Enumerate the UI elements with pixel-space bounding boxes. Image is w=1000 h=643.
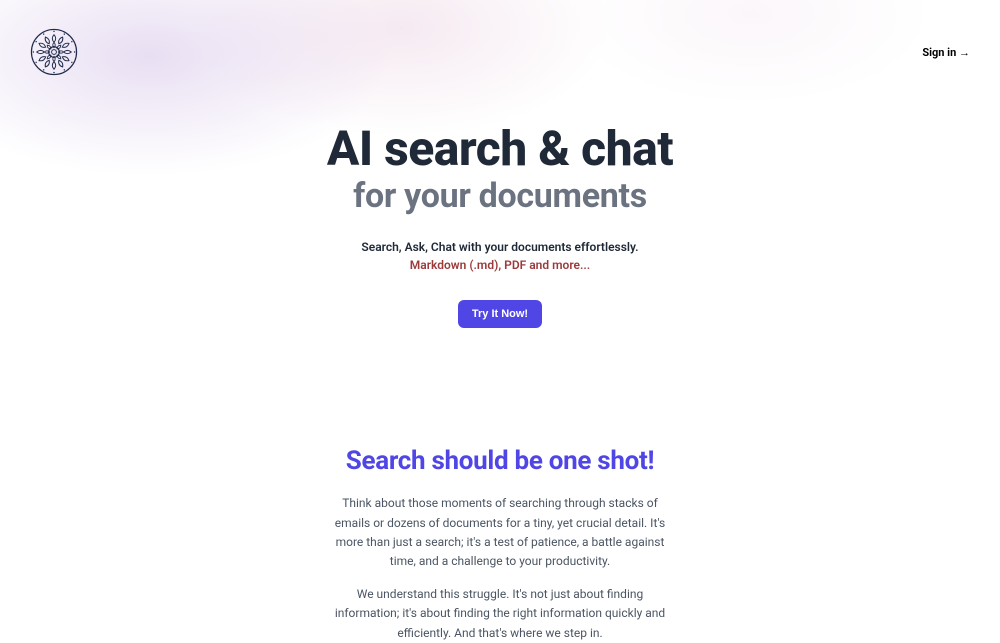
hero-tagline: Search, Ask, Chat with your documents ef… (0, 240, 1000, 254)
hero-title: AI search & chat (0, 124, 1000, 174)
logo-icon[interactable] (30, 28, 78, 76)
section-paragraph-2: We understand this struggle. It's not ju… (325, 585, 675, 643)
header: Sign in → (0, 0, 1000, 76)
hero-subtitle: for your documents (0, 176, 1000, 216)
sign-in-link[interactable]: Sign in → (922, 46, 970, 59)
section-title: Search should be one shot! (200, 446, 800, 476)
section-paragraph-1: Think about those moments of searching t… (330, 494, 670, 571)
value-prop-section: Search should be one shot! Think about t… (200, 328, 800, 642)
try-it-now-button[interactable]: Try It Now! (458, 300, 542, 328)
hero-section: AI search & chat for your documents Sear… (0, 76, 1000, 328)
hero-formats: Markdown (.md), PDF and more... (0, 258, 1000, 272)
